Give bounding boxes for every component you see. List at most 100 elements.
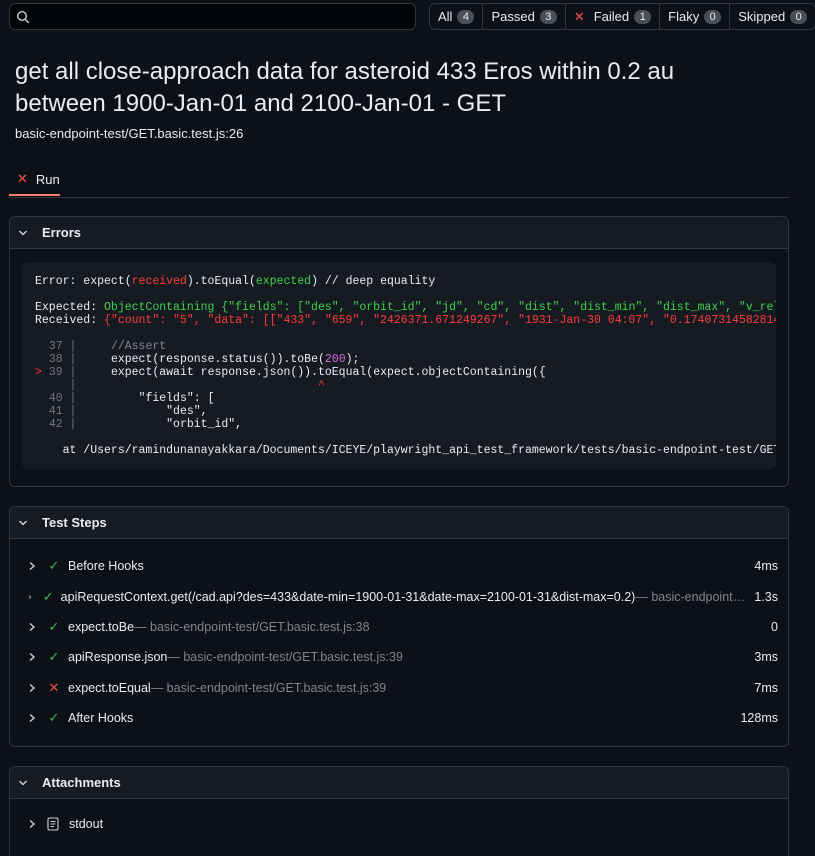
test-step[interactable]: ✓ Before Hooks 4ms <box>28 556 778 576</box>
filter-label: Skipped <box>738 9 786 24</box>
attachment-item[interactable]: stdout <box>28 814 778 834</box>
search-field[interactable] <box>36 7 410 28</box>
received-label: Received: <box>35 314 105 327</box>
filter-all[interactable]: All 4 <box>430 4 484 29</box>
chevron-right-icon <box>29 683 36 693</box>
filter-count: 3 <box>539 9 557 24</box>
errors-section-header[interactable]: Errors <box>10 217 788 249</box>
code-line: 37 | //Assert <box>35 340 166 353</box>
check-icon: ✓ <box>48 619 60 634</box>
error-text: ) // deep equality <box>311 275 436 288</box>
test-step[interactable]: ✓ apiRequestContext.get(/cad.api?des=433&… <box>28 587 778 607</box>
attachments-section: Attachments stdout <box>9 766 789 856</box>
attachments-section-header[interactable]: Attachments <box>10 767 788 799</box>
code-line: 41 | "des", <box>35 405 208 418</box>
filter-label: Flaky <box>668 9 700 24</box>
filter-failed[interactable]: ✕ Failed 1 <box>566 4 661 29</box>
error-text: ).toEqual( <box>186 275 256 288</box>
section-title: Attachments <box>42 775 121 790</box>
code-marker <box>35 418 49 431</box>
filter-label: Failed <box>593 9 630 24</box>
chevron-right-icon <box>29 713 36 723</box>
check-icon: ✓ <box>42 589 54 604</box>
step-duration: 7ms <box>754 681 778 695</box>
number-literal: 200 <box>324 353 346 366</box>
line-number: 40 <box>48 392 63 405</box>
code-text: expect(response.status()).toBe(200); <box>83 353 360 366</box>
test-steps-section: Test Steps ✓ Before Hooks 4ms ✓ apiRequestCo… <box>9 506 789 747</box>
failed-x-icon: ✕ <box>573 8 585 24</box>
file-icon <box>47 817 59 831</box>
code-text: expect(await response.json()).toEqual(ex… <box>83 366 546 379</box>
step-name: apiResponse.json <box>68 650 168 664</box>
code-line: | ^ <box>35 379 325 392</box>
line-number: 37 <box>48 340 63 353</box>
line-number: 38 <box>48 353 63 366</box>
tab-bar: ✕ Run <box>9 164 789 198</box>
filter-passed[interactable]: Passed 3 <box>483 4 566 29</box>
filter-label: All <box>438 9 453 24</box>
step-duration: 128ms <box>740 711 778 725</box>
code-line-highlighted: > 39 | expect(await response.json()).toE… <box>35 366 546 379</box>
filter-flaky[interactable]: Flaky 0 <box>660 4 731 29</box>
code-line: 38 | expect(response.status()).toBe(200)… <box>35 353 360 366</box>
error-text: expected <box>255 275 312 288</box>
gutter: | <box>62 392 84 405</box>
gutter: | <box>62 379 84 392</box>
test-step[interactable]: ✓ After Hooks 128ms <box>28 708 778 728</box>
step-name: expect.toEqual <box>68 681 151 695</box>
code-marker <box>35 379 49 392</box>
filter-count: 0 <box>790 9 808 24</box>
expected-value: ObjectContaining {"fields": ["des", "orb… <box>104 301 776 314</box>
code-marker <box>35 392 49 405</box>
step-location: — basic-endpoint-test/GET.basic.test.js:… <box>635 590 747 604</box>
code-line: 42 | "orbit_id", <box>35 418 242 431</box>
code-marker <box>35 340 49 353</box>
step-duration: 4ms <box>754 559 778 573</box>
search-input[interactable] <box>9 3 416 30</box>
code-text: //Assert <box>83 340 167 353</box>
line-number: 41 <box>48 405 63 418</box>
search-icon <box>16 10 30 24</box>
attachment-name: stdout <box>69 817 104 831</box>
chevron-right-icon <box>29 622 36 632</box>
code-text: "fields": [ <box>83 392 215 405</box>
expected-line: Expected: ObjectContaining {"fields": ["… <box>35 301 776 314</box>
expected-label: Expected: <box>35 301 105 314</box>
test-location: basic-endpoint-test/GET.basic.test.js:26 <box>15 126 244 141</box>
gutter: | <box>62 418 84 431</box>
received-line: Received: {"count": "5", "data": [["433"… <box>35 314 776 327</box>
test-step[interactable]: ✓ apiResponse.json — basic-endpoint-test/… <box>28 647 778 667</box>
chevron-down-icon <box>19 780 27 785</box>
code-marker <box>35 405 49 418</box>
filter-skipped[interactable]: Skipped 0 <box>730 4 815 29</box>
line-number <box>49 379 63 392</box>
test-step[interactable]: ✕ expect.toEqual — basic-endpoint-test/GE… <box>28 678 778 698</box>
failed-x-icon: ✕ <box>48 680 60 695</box>
filter-count: 4 <box>457 9 475 24</box>
errors-section: Errors Error: expect(received).toEqual(e… <box>9 216 789 487</box>
error-caret: ^ <box>83 379 325 392</box>
failed-x-icon: ✕ <box>17 171 28 186</box>
check-icon: ✓ <box>48 649 60 664</box>
chevron-down-icon <box>19 520 27 525</box>
line-number: 39 <box>48 366 63 379</box>
step-name: apiRequestContext.get(/cad.api?des=433&d… <box>60 590 636 604</box>
test-step[interactable]: ✓ expect.toBe — basic-endpoint-test/GET.b… <box>28 617 778 637</box>
received-value: {"count": "5", "data": [["433", "659", "… <box>104 314 776 327</box>
tab-run[interactable]: ✕ Run <box>9 164 60 196</box>
check-icon: ✓ <box>48 710 60 725</box>
chevron-right-icon <box>28 595 32 599</box>
test-title: get all close-approach data for asteroid… <box>15 58 675 117</box>
gutter: | <box>62 353 84 366</box>
code-text: "des", <box>83 405 208 418</box>
filter-count: 1 <box>634 9 652 24</box>
filter-count: 0 <box>704 9 722 24</box>
code-line: 40 | "fields": [ <box>35 392 215 405</box>
step-location: — basic-endpoint-test/GET.basic.test.js:… <box>134 620 370 634</box>
step-location: — basic-endpoint-test/GET.basic.test.js:… <box>150 681 387 695</box>
step-duration: 0 <box>771 620 778 634</box>
test-steps-section-header[interactable]: Test Steps <box>10 507 788 539</box>
step-name: After Hooks <box>68 711 134 725</box>
step-name: expect.toBe <box>68 620 135 634</box>
